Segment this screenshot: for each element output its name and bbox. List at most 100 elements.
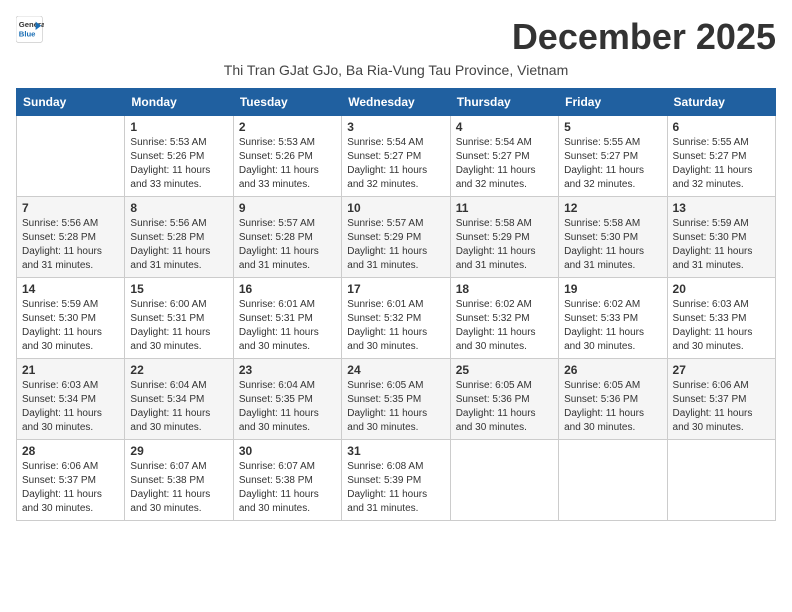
day-number: 1 xyxy=(130,120,227,134)
day-detail: Sunrise: 5:58 AMSunset: 5:29 PMDaylight:… xyxy=(456,217,553,273)
day-number: 11 xyxy=(456,201,553,215)
calendar-cell xyxy=(450,440,558,521)
day-of-week-header: Sunday xyxy=(17,89,125,116)
day-number: 24 xyxy=(347,363,444,377)
calendar-cell: 24 Sunrise: 6:05 AMSunset: 5:35 PMDaylig… xyxy=(342,359,450,440)
day-of-week-header: Tuesday xyxy=(233,89,341,116)
day-detail: Sunrise: 5:53 AMSunset: 5:26 PMDaylight:… xyxy=(130,136,227,192)
logo-area: General Blue xyxy=(16,16,48,44)
calendar-cell: 26 Sunrise: 6:05 AMSunset: 5:36 PMDaylig… xyxy=(559,359,667,440)
day-number: 2 xyxy=(239,120,336,134)
day-detail: Sunrise: 6:07 AMSunset: 5:38 PMDaylight:… xyxy=(239,460,336,516)
month-title: December 2025 xyxy=(512,16,776,58)
day-of-week-header: Friday xyxy=(559,89,667,116)
day-detail: Sunrise: 6:07 AMSunset: 5:38 PMDaylight:… xyxy=(130,460,227,516)
calendar-table: SundayMondayTuesdayWednesdayThursdayFrid… xyxy=(16,88,776,521)
day-detail: Sunrise: 6:02 AMSunset: 5:33 PMDaylight:… xyxy=(564,298,661,354)
calendar-cell: 3 Sunrise: 5:54 AMSunset: 5:27 PMDayligh… xyxy=(342,116,450,197)
calendar-cell: 17 Sunrise: 6:01 AMSunset: 5:32 PMDaylig… xyxy=(342,278,450,359)
day-number: 20 xyxy=(673,282,770,296)
day-number: 25 xyxy=(456,363,553,377)
calendar-cell: 31 Sunrise: 6:08 AMSunset: 5:39 PMDaylig… xyxy=(342,440,450,521)
day-number: 16 xyxy=(239,282,336,296)
day-detail: Sunrise: 6:04 AMSunset: 5:34 PMDaylight:… xyxy=(130,379,227,435)
day-number: 14 xyxy=(22,282,119,296)
calendar-cell: 12 Sunrise: 5:58 AMSunset: 5:30 PMDaylig… xyxy=(559,197,667,278)
day-detail: Sunrise: 6:05 AMSunset: 5:36 PMDaylight:… xyxy=(564,379,661,435)
day-number: 22 xyxy=(130,363,227,377)
day-number: 30 xyxy=(239,444,336,458)
day-detail: Sunrise: 6:04 AMSunset: 5:35 PMDaylight:… xyxy=(239,379,336,435)
calendar-cell: 1 Sunrise: 5:53 AMSunset: 5:26 PMDayligh… xyxy=(125,116,233,197)
calendar-week-row: 1 Sunrise: 5:53 AMSunset: 5:26 PMDayligh… xyxy=(17,116,776,197)
day-number: 4 xyxy=(456,120,553,134)
day-detail: Sunrise: 6:06 AMSunset: 5:37 PMDaylight:… xyxy=(673,379,770,435)
day-detail: Sunrise: 6:06 AMSunset: 5:37 PMDaylight:… xyxy=(22,460,119,516)
day-detail: Sunrise: 5:54 AMSunset: 5:27 PMDaylight:… xyxy=(456,136,553,192)
day-detail: Sunrise: 5:59 AMSunset: 5:30 PMDaylight:… xyxy=(22,298,119,354)
calendar-cell: 28 Sunrise: 6:06 AMSunset: 5:37 PMDaylig… xyxy=(17,440,125,521)
day-detail: Sunrise: 5:56 AMSunset: 5:28 PMDaylight:… xyxy=(130,217,227,273)
calendar-week-row: 14 Sunrise: 5:59 AMSunset: 5:30 PMDaylig… xyxy=(17,278,776,359)
calendar-week-row: 21 Sunrise: 6:03 AMSunset: 5:34 PMDaylig… xyxy=(17,359,776,440)
calendar-cell: 22 Sunrise: 6:04 AMSunset: 5:34 PMDaylig… xyxy=(125,359,233,440)
day-number: 28 xyxy=(22,444,119,458)
calendar-cell: 18 Sunrise: 6:02 AMSunset: 5:32 PMDaylig… xyxy=(450,278,558,359)
calendar-week-row: 7 Sunrise: 5:56 AMSunset: 5:28 PMDayligh… xyxy=(17,197,776,278)
day-detail: Sunrise: 5:55 AMSunset: 5:27 PMDaylight:… xyxy=(564,136,661,192)
calendar-cell: 21 Sunrise: 6:03 AMSunset: 5:34 PMDaylig… xyxy=(17,359,125,440)
day-number: 23 xyxy=(239,363,336,377)
calendar-cell: 20 Sunrise: 6:03 AMSunset: 5:33 PMDaylig… xyxy=(667,278,775,359)
svg-text:Blue: Blue xyxy=(19,29,36,38)
calendar-cell: 15 Sunrise: 6:00 AMSunset: 5:31 PMDaylig… xyxy=(125,278,233,359)
day-detail: Sunrise: 6:00 AMSunset: 5:31 PMDaylight:… xyxy=(130,298,227,354)
calendar-header-row: SundayMondayTuesdayWednesdayThursdayFrid… xyxy=(17,89,776,116)
day-number: 8 xyxy=(130,201,227,215)
day-detail: Sunrise: 5:58 AMSunset: 5:30 PMDaylight:… xyxy=(564,217,661,273)
day-detail: Sunrise: 6:08 AMSunset: 5:39 PMDaylight:… xyxy=(347,460,444,516)
calendar-cell: 25 Sunrise: 6:05 AMSunset: 5:36 PMDaylig… xyxy=(450,359,558,440)
calendar-cell: 4 Sunrise: 5:54 AMSunset: 5:27 PMDayligh… xyxy=(450,116,558,197)
day-of-week-header: Thursday xyxy=(450,89,558,116)
day-number: 19 xyxy=(564,282,661,296)
day-number: 17 xyxy=(347,282,444,296)
calendar-cell xyxy=(17,116,125,197)
day-number: 10 xyxy=(347,201,444,215)
day-detail: Sunrise: 5:55 AMSunset: 5:27 PMDaylight:… xyxy=(673,136,770,192)
day-of-week-header: Wednesday xyxy=(342,89,450,116)
day-detail: Sunrise: 6:05 AMSunset: 5:36 PMDaylight:… xyxy=(456,379,553,435)
calendar-cell: 13 Sunrise: 5:59 AMSunset: 5:30 PMDaylig… xyxy=(667,197,775,278)
day-number: 26 xyxy=(564,363,661,377)
general-blue-logo-icon: General Blue xyxy=(16,16,44,44)
day-detail: Sunrise: 6:05 AMSunset: 5:35 PMDaylight:… xyxy=(347,379,444,435)
day-detail: Sunrise: 5:56 AMSunset: 5:28 PMDaylight:… xyxy=(22,217,119,273)
calendar-cell: 14 Sunrise: 5:59 AMSunset: 5:30 PMDaylig… xyxy=(17,278,125,359)
svg-text:General: General xyxy=(19,20,44,29)
day-detail: Sunrise: 5:54 AMSunset: 5:27 PMDaylight:… xyxy=(347,136,444,192)
day-number: 12 xyxy=(564,201,661,215)
day-detail: Sunrise: 5:59 AMSunset: 5:30 PMDaylight:… xyxy=(673,217,770,273)
calendar-cell: 30 Sunrise: 6:07 AMSunset: 5:38 PMDaylig… xyxy=(233,440,341,521)
day-detail: Sunrise: 6:02 AMSunset: 5:32 PMDaylight:… xyxy=(456,298,553,354)
day-detail: Sunrise: 6:01 AMSunset: 5:31 PMDaylight:… xyxy=(239,298,336,354)
day-detail: Sunrise: 5:53 AMSunset: 5:26 PMDaylight:… xyxy=(239,136,336,192)
calendar-cell: 27 Sunrise: 6:06 AMSunset: 5:37 PMDaylig… xyxy=(667,359,775,440)
day-number: 9 xyxy=(239,201,336,215)
calendar-cell: 29 Sunrise: 6:07 AMSunset: 5:38 PMDaylig… xyxy=(125,440,233,521)
day-number: 3 xyxy=(347,120,444,134)
day-number: 21 xyxy=(22,363,119,377)
calendar-cell: 10 Sunrise: 5:57 AMSunset: 5:29 PMDaylig… xyxy=(342,197,450,278)
day-number: 29 xyxy=(130,444,227,458)
calendar-cell xyxy=(559,440,667,521)
calendar-cell: 8 Sunrise: 5:56 AMSunset: 5:28 PMDayligh… xyxy=(125,197,233,278)
day-detail: Sunrise: 6:03 AMSunset: 5:33 PMDaylight:… xyxy=(673,298,770,354)
day-detail: Sunrise: 5:57 AMSunset: 5:29 PMDaylight:… xyxy=(347,217,444,273)
calendar-cell: 19 Sunrise: 6:02 AMSunset: 5:33 PMDaylig… xyxy=(559,278,667,359)
day-number: 6 xyxy=(673,120,770,134)
day-detail: Sunrise: 6:01 AMSunset: 5:32 PMDaylight:… xyxy=(347,298,444,354)
header: General Blue December 2025 xyxy=(16,16,776,58)
day-of-week-header: Saturday xyxy=(667,89,775,116)
calendar-cell: 23 Sunrise: 6:04 AMSunset: 5:35 PMDaylig… xyxy=(233,359,341,440)
subtitle: Thi Tran GJat GJo, Ba Ria-Vung Tau Provi… xyxy=(16,62,776,78)
calendar-cell xyxy=(667,440,775,521)
